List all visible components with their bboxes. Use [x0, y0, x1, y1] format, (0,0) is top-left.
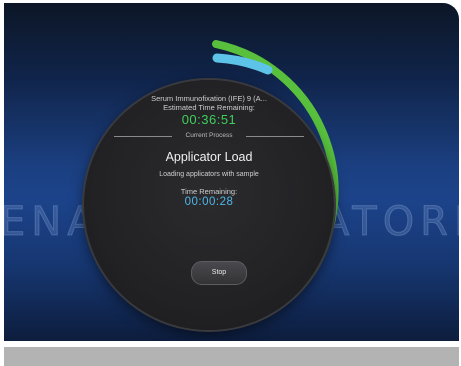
process-dial: Serum Immunofixation (IFE) 9 (A... Estim… [84, 80, 334, 330]
analyzer-screen: ENA ATORI Serum Immunofixation (IFE) 9 (… [4, 3, 459, 341]
test-name: Serum Immunofixation (IFE) 9 (A... [151, 94, 267, 103]
time-remaining-value: 00:00:28 [184, 196, 234, 208]
stop-button[interactable]: Stop [191, 261, 247, 285]
bottom-bar [4, 347, 459, 366]
time-remaining-label: Time Remaining: [180, 187, 238, 196]
estimated-time-value: 00:36:51 [181, 112, 237, 127]
estimated-time-label: Estimated Time Remaining: [163, 103, 255, 112]
process-name: Applicator Load [165, 150, 253, 164]
current-process-divider: Current Process [114, 132, 304, 139]
process-description: Loading applicators with sample [159, 171, 259, 178]
